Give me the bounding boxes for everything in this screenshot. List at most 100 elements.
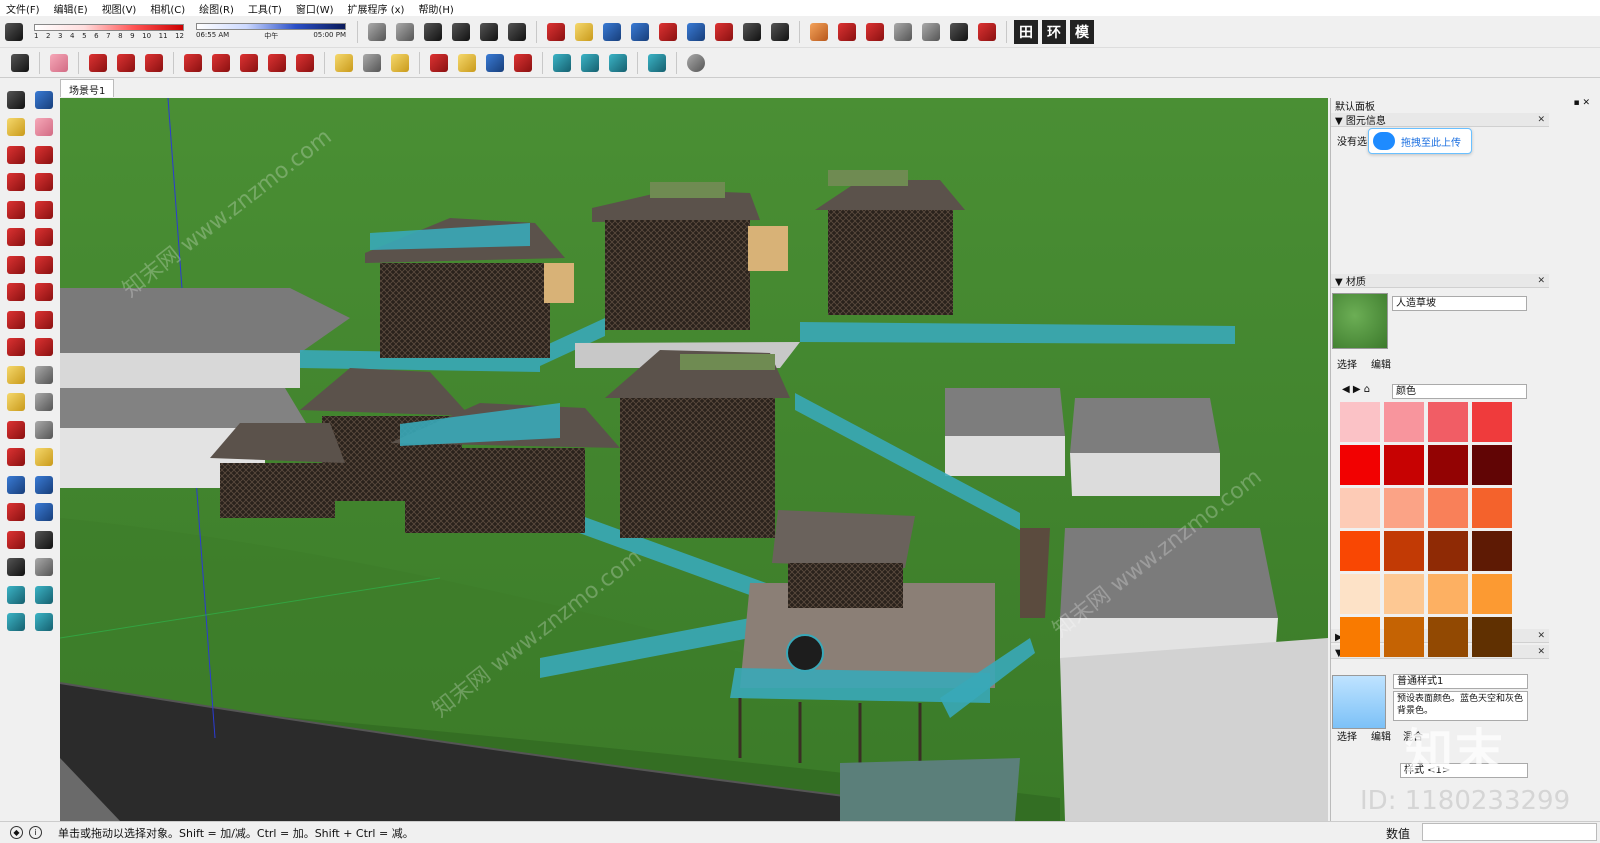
sandbox-icon[interactable] [550,51,574,75]
close-icon[interactable]: ✕ [1537,276,1545,286]
freehand-icon[interactable] [35,145,53,164]
color-swatch[interactable] [1428,617,1468,657]
color-swatch[interactable] [1384,488,1424,528]
color-dropdown[interactable]: 颜色 [1392,384,1527,399]
color-swatch[interactable] [1472,531,1512,571]
sandbox-stamp-icon[interactable] [606,51,630,75]
zoom-extents-icon[interactable] [656,20,680,44]
follow-me-icon-left[interactable] [35,310,53,329]
color-swatch[interactable] [1472,402,1512,442]
color-swatch[interactable] [1340,488,1380,528]
material-name-field[interactable]: 人造草坡 [1392,296,1527,311]
wireframe-icon[interactable] [835,20,859,44]
styles-tab-edit[interactable]: 编辑 [1371,728,1391,743]
push-pull-icon[interactable] [181,51,205,75]
rotate-icon[interactable] [265,51,289,75]
plugin-tian-button[interactable]: 田 [1014,19,1038,44]
menu-extensions[interactable]: 扩展程序 (x) [348,1,405,16]
materials-header[interactable]: ▼ 材质 ✕ [1331,274,1549,288]
menu-edit[interactable]: 编辑(E) [54,1,88,16]
color-swatch[interactable] [1472,617,1512,657]
follow-me-icon[interactable] [209,51,233,75]
pin-icon[interactable]: ▪ ✕ [1573,98,1590,108]
menu-tools[interactable]: 工具(T) [248,1,282,16]
upload-button[interactable]: 拖拽至此上传 [1368,128,1472,154]
position-camera-icon[interactable] [712,20,736,44]
sandbox-smoove-icon[interactable] [578,51,602,75]
orbit-icon[interactable] [544,20,568,44]
back-edges-icon[interactable] [975,20,999,44]
iso-view-icon[interactable] [365,20,389,44]
account-icon[interactable] [684,51,708,75]
color-swatch[interactable] [1384,402,1424,442]
color-swatch[interactable] [1472,488,1512,528]
text-icon[interactable] [360,51,384,75]
rect-icon-left[interactable] [7,173,25,192]
color-swatch[interactable] [1428,488,1468,528]
zoom-window-icon[interactable] [628,20,652,44]
sandbox-smoove-icon-left[interactable] [7,613,25,632]
three-point-arc-icon[interactable] [7,255,25,274]
offset-icon[interactable] [35,338,53,357]
two-point-arc-icon[interactable] [35,228,53,247]
menu-camera[interactable]: 相机(C) [150,1,185,16]
paint-bucket-icon[interactable] [388,51,412,75]
front-view-icon[interactable] [421,20,445,44]
pan-icon[interactable] [572,20,596,44]
zoom-icon[interactable] [600,20,624,44]
shadow-month-slider[interactable]: 1 2 3 4 5 6 7 8 9 10 11 12 [34,23,184,40]
circle-icon[interactable] [7,200,25,219]
shadow-time-slider[interactable]: 06:55 AM 中午 05:00 PM [196,22,346,41]
color-swatch[interactable] [1340,574,1380,614]
pan-icon-left[interactable] [35,448,53,467]
tape-measure-icon[interactable] [332,51,356,75]
previous-view-icon[interactable] [684,20,708,44]
color-swatch[interactable] [1428,531,1468,571]
eraser-shadow-icon[interactable] [2,20,26,44]
section-plane-icon[interactable] [35,558,53,577]
styles-tab-select[interactable]: 选择 [1337,728,1357,743]
arc-icon-left[interactable] [7,228,25,247]
top-view-icon[interactable] [393,20,417,44]
sandbox-scratch-icon[interactable] [35,585,53,604]
tab-scene-1[interactable]: 场景号1 [60,79,115,97]
zoom-window-icon-left[interactable] [35,475,53,494]
polygon-icon[interactable] [35,200,53,219]
tab-select[interactable]: 选择 [1337,356,1357,371]
arc-icon[interactable] [114,51,138,75]
sandbox-drape-icon[interactable] [35,613,53,632]
left-view-icon[interactable] [505,20,529,44]
style-name-field[interactable]: 普通样式1 [1393,674,1528,689]
move-icon[interactable] [237,51,261,75]
color-swatch[interactable] [1384,531,1424,571]
menu-draw[interactable]: 绘图(R) [199,1,234,16]
protractor-icon[interactable] [7,393,25,412]
3d-text-icon[interactable] [35,420,53,439]
color-swatch[interactable] [1384,617,1424,657]
scale-icon-left[interactable] [7,338,25,357]
color-swatch[interactable] [1340,617,1380,657]
rotate-icon-left[interactable] [7,310,25,329]
look-around-icon[interactable] [740,20,764,44]
zoom-icon-left[interactable] [7,475,25,494]
menu-file[interactable]: 文件(F) [6,1,40,16]
previous-icon-left[interactable] [35,503,53,522]
color-swatch[interactable] [1428,402,1468,442]
close-icon[interactable]: ✕ [1537,115,1545,125]
close-icon[interactable]: ✕ [1537,631,1545,641]
hidden-line-icon[interactable] [863,20,887,44]
position-camera-icon-left[interactable] [7,530,25,549]
orbit-icon-2[interactable] [427,51,451,75]
tape-icon-left[interactable] [7,365,25,384]
rectangle-icon[interactable] [142,51,166,75]
color-swatch[interactable] [1428,574,1468,614]
model-viewport[interactable]: 知末网 www.znzmo.com 知末网 www.znzmo.com 知末网 … [60,98,1328,821]
scale-icon[interactable] [293,51,317,75]
component-icon[interactable] [35,90,53,109]
plugin-mo-button[interactable]: 模 [1070,19,1094,44]
right-view-icon[interactable] [449,20,473,44]
color-swatch[interactable] [1340,445,1380,485]
xray-icon[interactable] [807,20,831,44]
monochrome-icon[interactable] [947,20,971,44]
color-swatch[interactable] [1472,574,1512,614]
